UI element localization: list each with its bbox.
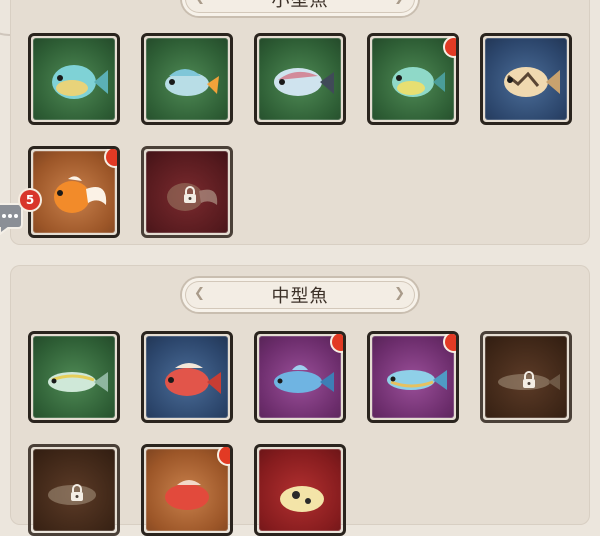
fish-icon [54, 176, 107, 213]
fish-icon [274, 365, 334, 393]
fish-slot-small-4[interactable] [367, 33, 459, 125]
small-fish-section-title: ❮ 小型魚 ❯ [182, 0, 418, 16]
section-title-label: 中型魚 [271, 286, 329, 307]
ornament-left-icon: ❮ [194, 286, 206, 301]
fish-icon [280, 486, 324, 512]
fish-slot-medium-4[interactable] [367, 331, 459, 423]
fish-icon [165, 363, 221, 396]
new-indicator [106, 149, 117, 166]
fish-slot-small-3[interactable] [254, 33, 346, 125]
ornament-right-icon: ❯ [394, 286, 406, 301]
fish-slot-small-1[interactable] [28, 33, 120, 125]
section-title-label: 小型魚 [271, 0, 329, 11]
lock-icon [184, 186, 196, 203]
ornament-left-icon: ❮ [194, 0, 206, 5]
new-indicator [219, 447, 230, 464]
fish-slot-medium-3[interactable] [254, 331, 346, 423]
fish-icon [165, 69, 219, 96]
fish-icon [165, 480, 209, 510]
fish-icon [274, 68, 334, 96]
fish-icon [387, 370, 447, 390]
new-indicator [445, 38, 456, 56]
fish-slot-small-7[interactable] [141, 146, 233, 238]
fish-slot-medium-2[interactable] [141, 331, 233, 423]
fish-slot-medium-6[interactable] [28, 444, 120, 536]
fish-slot-medium-5[interactable] [480, 331, 572, 423]
fish-icon [52, 65, 108, 99]
fish-slot-medium-7[interactable] [141, 444, 233, 536]
lock-icon [523, 371, 535, 388]
medium-fish-section-title: ❮ 中型魚 ❯ [182, 278, 418, 312]
new-indicator [445, 334, 456, 351]
lock-icon [71, 484, 83, 501]
fish-slot-medium-1[interactable] [28, 331, 120, 423]
fish-slot-small-5[interactable] [480, 33, 572, 125]
fish-slot-medium-8[interactable] [254, 444, 346, 536]
fish-slot-small-6[interactable] [28, 146, 120, 238]
new-indicator [332, 334, 343, 351]
fish-icon [392, 67, 445, 97]
fish-icon [48, 372, 108, 392]
fish-icon [504, 67, 560, 97]
ornament-right-icon: ❯ [394, 0, 406, 5]
fish-slot-small-2[interactable] [141, 33, 233, 125]
chat-notification-badge[interactable]: 5 [0, 188, 40, 238]
unread-count: 5 [20, 190, 40, 210]
